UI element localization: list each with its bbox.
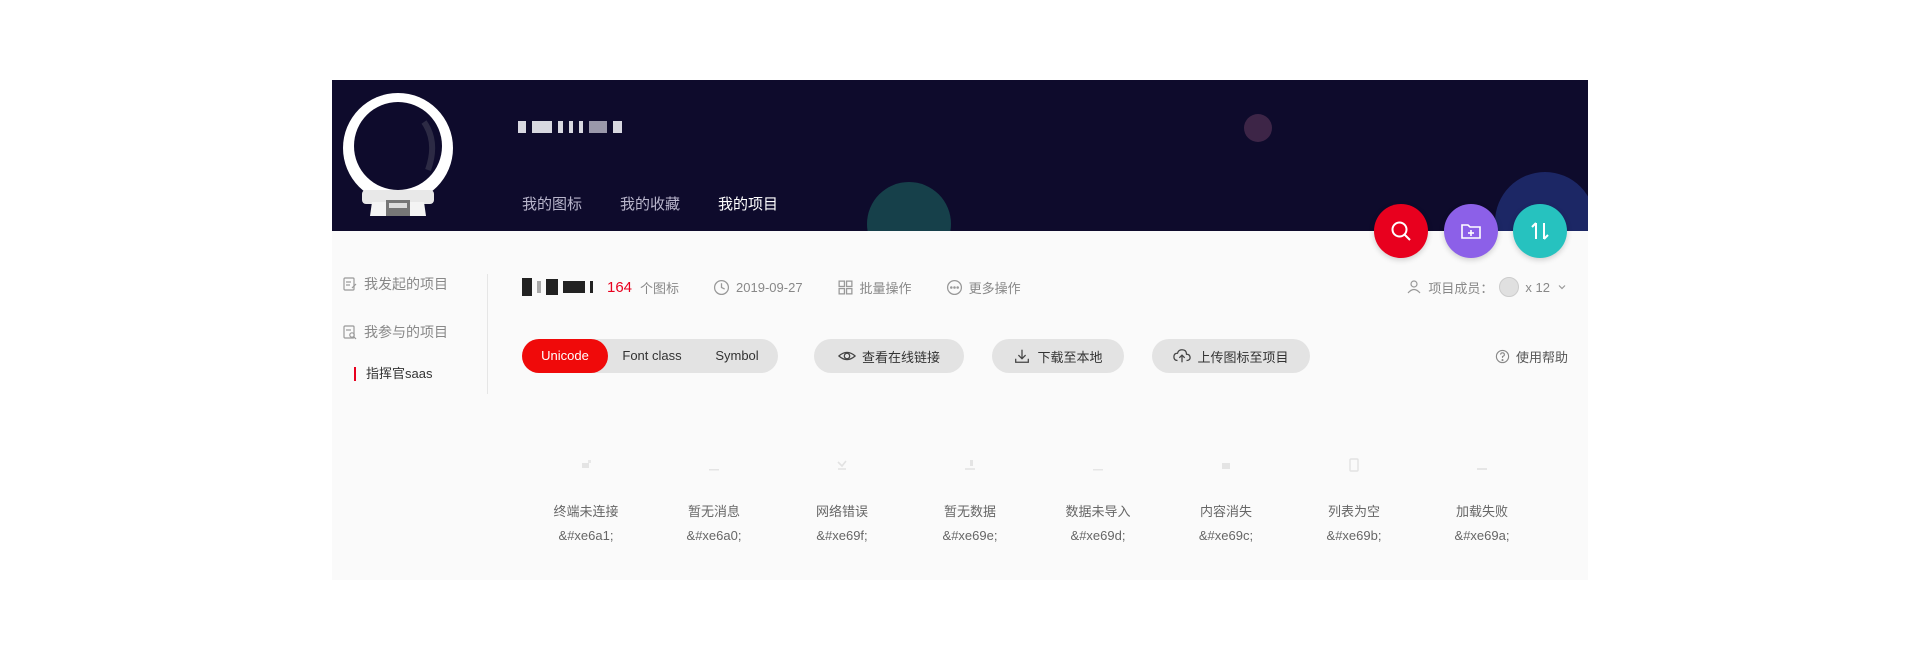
content-missing-icon [1222, 463, 1230, 469]
icon-name: 加载失败 [1455, 504, 1508, 519]
help-circle-icon [1495, 349, 1510, 363]
cloud-upload-icon [1173, 349, 1192, 363]
sidebar-item-joined-projects[interactable]: 我参与的项目 [342, 322, 448, 342]
no-message-icon [709, 469, 719, 471]
icon-card[interactable]: 终端未连接 &#xe6a1; [522, 445, 650, 565]
load-failed-icon [1477, 468, 1487, 470]
tab-unicode[interactable]: Unicode [522, 339, 608, 373]
username-redacted [518, 118, 622, 136]
search-button[interactable] [1374, 204, 1428, 258]
batch-ops-button[interactable]: 批量操作 [837, 278, 912, 297]
toolbar: Unicode Font class Symbol 查看在线链接 下载至本地 上… [522, 339, 1568, 373]
clock-icon [714, 279, 730, 295]
download-icon [1015, 349, 1030, 363]
tab-font-class[interactable]: Font class [608, 339, 696, 373]
chevron-down-icon [1558, 285, 1566, 290]
members-label: 项目成员： [1428, 280, 1494, 296]
tab-my-projects[interactable]: 我的项目 [718, 193, 778, 224]
more-dots-icon [946, 279, 962, 295]
batch-ops-label: 批量操作 [859, 280, 912, 296]
tab-my-icons[interactable]: 我的图标 [522, 193, 582, 224]
folder-add-icon [1461, 224, 1481, 239]
icon-code: &#xe69a; [1454, 528, 1510, 543]
icon-card[interactable]: 暂无消息 &#xe6a0; [650, 445, 778, 565]
more-ops-button[interactable]: 更多操作 [946, 278, 1021, 297]
icon-name: 内容消失 [1199, 504, 1252, 519]
icon-count: 164 [607, 278, 633, 296]
main-nav: 我的图标 我的收藏 我的项目 [522, 193, 816, 224]
project-info-row: 164 个图标 2019-09-27 批量操作 更多操作 项目成员： x 12 [522, 272, 1568, 302]
icon-card[interactable]: 列表为空 &#xe69b; [1290, 445, 1418, 565]
project-members[interactable]: 项目成员： x 12 [1406, 272, 1568, 302]
icon-code: &#xe69f; [816, 528, 868, 543]
view-link-label: 查看在线链接 [861, 349, 940, 365]
icon-code: &#xe69e; [942, 528, 998, 543]
eye-icon [837, 351, 856, 361]
network-error-icon [837, 460, 847, 470]
icon-card[interactable]: 内容消失 &#xe69c; [1162, 445, 1290, 565]
help-label: 使用帮助 [1515, 349, 1568, 365]
icon-code: &#xe6a0; [686, 528, 742, 543]
icon-card[interactable]: 加载失败 &#xe69a; [1418, 445, 1546, 565]
search-icon [1391, 221, 1411, 241]
help-link[interactable]: 使用帮助 [1495, 339, 1568, 373]
format-switch: Unicode Font class Symbol [522, 339, 778, 373]
add-project-button[interactable] [1444, 204, 1498, 258]
project-name-redacted [522, 278, 593, 296]
more-ops-label: 更多操作 [968, 280, 1021, 296]
decor-circle [1244, 114, 1272, 142]
sidebar-item-label: 我发起的项目 [364, 276, 448, 292]
icon-name: 终端未连接 [553, 504, 619, 519]
sidebar-item-label: 我参与的项目 [364, 324, 448, 340]
terminal-disconnected-icon [582, 460, 591, 468]
sort-arrows-icon [1531, 222, 1549, 240]
sidebar-divider [487, 274, 488, 394]
member-icon [1407, 280, 1421, 294]
icon-grid: 终端未连接 &#xe6a1; 暂无消息 &#xe6a0; 网络错误 &#xe69… [522, 445, 1562, 565]
download-label: 下载至本地 [1037, 349, 1103, 365]
decor-circle [867, 182, 951, 231]
tab-symbol[interactable]: Symbol [696, 339, 778, 373]
astronaut-avatar-icon [343, 93, 453, 216]
page-frame: 我的图标 我的收藏 我的项目 我发起的项目 我参与的项目 指挥官saas 164… [332, 80, 1588, 580]
members-count: x 12 [1525, 279, 1550, 295]
download-button[interactable]: 下载至本地 [992, 339, 1124, 373]
data-not-imported-icon [1093, 469, 1103, 471]
upload-button[interactable]: 上传图标至项目 [1152, 339, 1310, 373]
date-text: 2019-09-27 [736, 279, 803, 295]
icon-name: 网络错误 [815, 504, 868, 519]
sort-button[interactable] [1513, 204, 1567, 258]
created-date: 2019-09-27 [713, 279, 803, 296]
avatar [1499, 277, 1520, 297]
edit-doc-icon [343, 277, 357, 291]
icon-card[interactable]: 暂无数据 &#xe69e; [906, 445, 1034, 565]
search-doc-icon [343, 325, 357, 340]
tab-my-favorites[interactable]: 我的收藏 [620, 193, 680, 224]
grid-icon [838, 279, 853, 295]
icon-name: 暂无数据 [943, 504, 996, 519]
no-data-icon [965, 460, 975, 470]
icon-code: &#xe69c; [1198, 528, 1254, 543]
icon-code: &#xe69d; [1070, 528, 1126, 543]
icon-name: 数据未导入 [1065, 504, 1131, 519]
icon-code: &#xe6a1; [558, 528, 614, 543]
icon-name: 列表为空 [1327, 504, 1380, 519]
upload-label: 上传图标至项目 [1197, 349, 1289, 365]
icon-count-unit: 个图标 [640, 280, 680, 296]
icon-card[interactable]: 数据未导入 &#xe69d; [1034, 445, 1162, 565]
empty-list-icon [1349, 458, 1359, 472]
icon-code: &#xe69b; [1326, 528, 1382, 543]
icon-card[interactable]: 网络错误 &#xe69f; [778, 445, 906, 565]
icon-name: 暂无消息 [687, 504, 740, 519]
sidebar-item-started-projects[interactable]: 我发起的项目 [342, 274, 448, 294]
sidebar-item-current-project[interactable]: 指挥官saas [354, 367, 432, 381]
view-link-button[interactable]: 查看在线链接 [814, 339, 964, 373]
